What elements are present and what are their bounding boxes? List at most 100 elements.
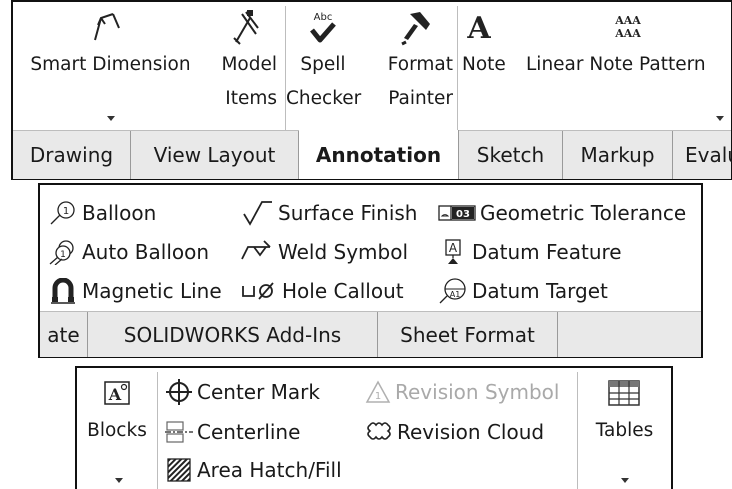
center-mark-label: Center Mark xyxy=(197,380,320,404)
magnetic-line-button[interactable]: Magnetic Line xyxy=(48,275,222,307)
tab-label: Annotation xyxy=(315,142,442,167)
tab-solidworks-add-ins[interactable]: SOLIDWORKS Add-Ins xyxy=(88,312,378,357)
smart-dimension-button[interactable]: Smart Dimension xyxy=(13,2,208,130)
revision-cloud-label: Revision Cloud xyxy=(397,420,545,444)
tab-evaluate[interactable]: Evalu xyxy=(673,131,732,179)
tables-button[interactable]: Tables xyxy=(578,368,671,489)
chevron-down-icon[interactable] xyxy=(115,478,123,483)
model-items-label-1: Model xyxy=(221,54,277,75)
area-hatch-fill-label: Area Hatch/Fill xyxy=(197,458,342,482)
svg-text:Abc: Abc xyxy=(314,12,333,23)
tab-label: Markup xyxy=(580,143,655,167)
svg-text:1: 1 xyxy=(60,250,66,260)
model-items-icon xyxy=(233,10,259,45)
annotation-commands-panel: 1 Balloon 1 Auto Balloon Magnetic Line S… xyxy=(38,183,703,358)
blocks-label: Blocks xyxy=(87,420,147,441)
revision-cloud-button[interactable]: Revision Cloud xyxy=(365,416,544,448)
hole-callout-icon xyxy=(242,282,274,300)
revision-symbol-icon: 1 xyxy=(365,380,391,403)
format-painter-label-1: Format xyxy=(387,54,453,75)
blocks-icon: A xyxy=(104,381,130,405)
balloon-label: Balloon xyxy=(82,201,157,225)
datum-feature-icon: A xyxy=(445,239,461,264)
surface-finish-icon xyxy=(243,201,272,226)
command-manager-tabs: Drawing View Layout Annotation Sketch Ma… xyxy=(13,130,732,179)
svg-text:A1: A1 xyxy=(450,290,461,299)
tab-annotation[interactable]: Annotation xyxy=(299,130,459,179)
tab-drawing[interactable]: Drawing xyxy=(13,131,131,179)
centerline-label: Centerline xyxy=(197,420,301,444)
weld-symbol-label: Weld Symbol xyxy=(278,240,409,264)
note-icon: A xyxy=(466,11,491,44)
tab-label: ate xyxy=(47,322,80,347)
tab-label: Drawing xyxy=(29,143,114,167)
smart-dimension-icon xyxy=(94,13,120,41)
chevron-down-icon[interactable] xyxy=(621,478,629,483)
note-label: Note xyxy=(462,54,506,75)
magnetic-line-icon xyxy=(51,278,75,304)
model-items-button[interactable]: Model Items xyxy=(208,2,280,130)
datum-feature-button[interactable]: A Datum Feature xyxy=(438,236,622,268)
tab-label: Evalu xyxy=(685,143,732,167)
datum-target-label: Datum Target xyxy=(472,279,608,303)
spell-checker-button[interactable]: Abc Spell Checker xyxy=(286,2,362,130)
auto-balloon-button[interactable]: 1 Auto Balloon xyxy=(48,236,209,268)
svg-text:AAA: AAA xyxy=(614,14,641,27)
tab-label: View Layout xyxy=(153,143,276,167)
balloon-icon: 1 xyxy=(50,201,75,225)
datum-feature-label: Datum Feature xyxy=(472,240,622,264)
revision-symbol-label: Revision Symbol xyxy=(395,380,560,404)
svg-text:A: A xyxy=(108,385,122,404)
spell-checker-label-1: Spell xyxy=(300,54,346,75)
svg-text:1: 1 xyxy=(63,206,69,217)
command-manager-tabs: ate SOLIDWORKS Add-Ins Sheet Format xyxy=(40,311,701,357)
linear-note-pattern-icon: AAA AAA xyxy=(614,14,641,40)
tab-view-layout[interactable]: View Layout xyxy=(131,131,299,179)
spell-checker-icon: Abc xyxy=(310,12,336,43)
tab-evaluate[interactable]: ate xyxy=(40,312,88,357)
balloon-button[interactable]: 1 Balloon xyxy=(48,197,156,229)
model-items-label-2: Items xyxy=(225,88,277,109)
revision-symbol-button[interactable]: 1 Revision Symbol xyxy=(365,376,559,408)
spell-checker-label-2: Checker xyxy=(286,88,362,109)
datum-target-icon: A1 xyxy=(439,278,466,304)
center-mark-button[interactable]: Center Mark xyxy=(165,376,320,408)
centerline-button[interactable]: Centerline xyxy=(165,416,300,448)
tables-icon xyxy=(608,380,640,406)
weld-symbol-button[interactable]: Weld Symbol xyxy=(240,236,408,268)
area-hatch-fill-button[interactable]: Area Hatch/Fill xyxy=(165,454,342,486)
geometric-tolerance-label: Geometric Tolerance xyxy=(480,201,687,225)
blocks-button[interactable]: A Blocks xyxy=(77,368,157,489)
svg-text:A: A xyxy=(449,241,458,255)
tab-sketch[interactable]: Sketch xyxy=(459,131,563,179)
format-painter-icon xyxy=(401,12,430,46)
geometric-tolerance-icon: 03 xyxy=(438,205,476,221)
centerline-icon xyxy=(165,421,193,443)
datum-target-button[interactable]: A1 Datum Target xyxy=(438,275,608,307)
weld-symbol-icon xyxy=(241,240,271,260)
center-mark-icon xyxy=(166,379,192,405)
format-painter-label-2: Painter xyxy=(388,88,453,109)
format-painter-button[interactable]: Format Painter xyxy=(360,2,456,130)
note-button[interactable]: A Note xyxy=(458,2,524,130)
linear-note-pattern-label: Linear Note Pattern xyxy=(526,54,706,75)
svg-text:A: A xyxy=(466,11,491,44)
hole-callout-label: Hole Callout xyxy=(282,279,404,303)
linear-note-pattern-button[interactable]: AAA AAA Linear Note Pattern xyxy=(524,2,732,130)
chevron-down-icon[interactable] xyxy=(107,116,115,121)
auto-balloon-label: Auto Balloon xyxy=(82,240,210,264)
svg-text:1: 1 xyxy=(375,391,381,402)
hole-callout-button[interactable]: Hole Callout xyxy=(240,275,404,307)
surface-finish-button[interactable]: Surface Finish xyxy=(240,197,417,229)
magnetic-line-label: Magnetic Line xyxy=(82,279,222,303)
chevron-down-icon[interactable] xyxy=(716,116,724,121)
group-separator xyxy=(157,372,158,489)
area-hatch-icon xyxy=(167,458,191,482)
tab-label: SOLIDWORKS Add-Ins xyxy=(123,322,342,347)
tab-sheet-format[interactable]: Sheet Format xyxy=(378,312,558,357)
smart-dimension-label: Smart Dimension xyxy=(30,54,191,75)
surface-finish-label: Surface Finish xyxy=(278,201,418,225)
geometric-tolerance-button[interactable]: 03 Geometric Tolerance xyxy=(438,197,686,229)
tab-label: Sketch xyxy=(476,143,545,167)
tab-markup[interactable]: Markup xyxy=(563,131,673,179)
